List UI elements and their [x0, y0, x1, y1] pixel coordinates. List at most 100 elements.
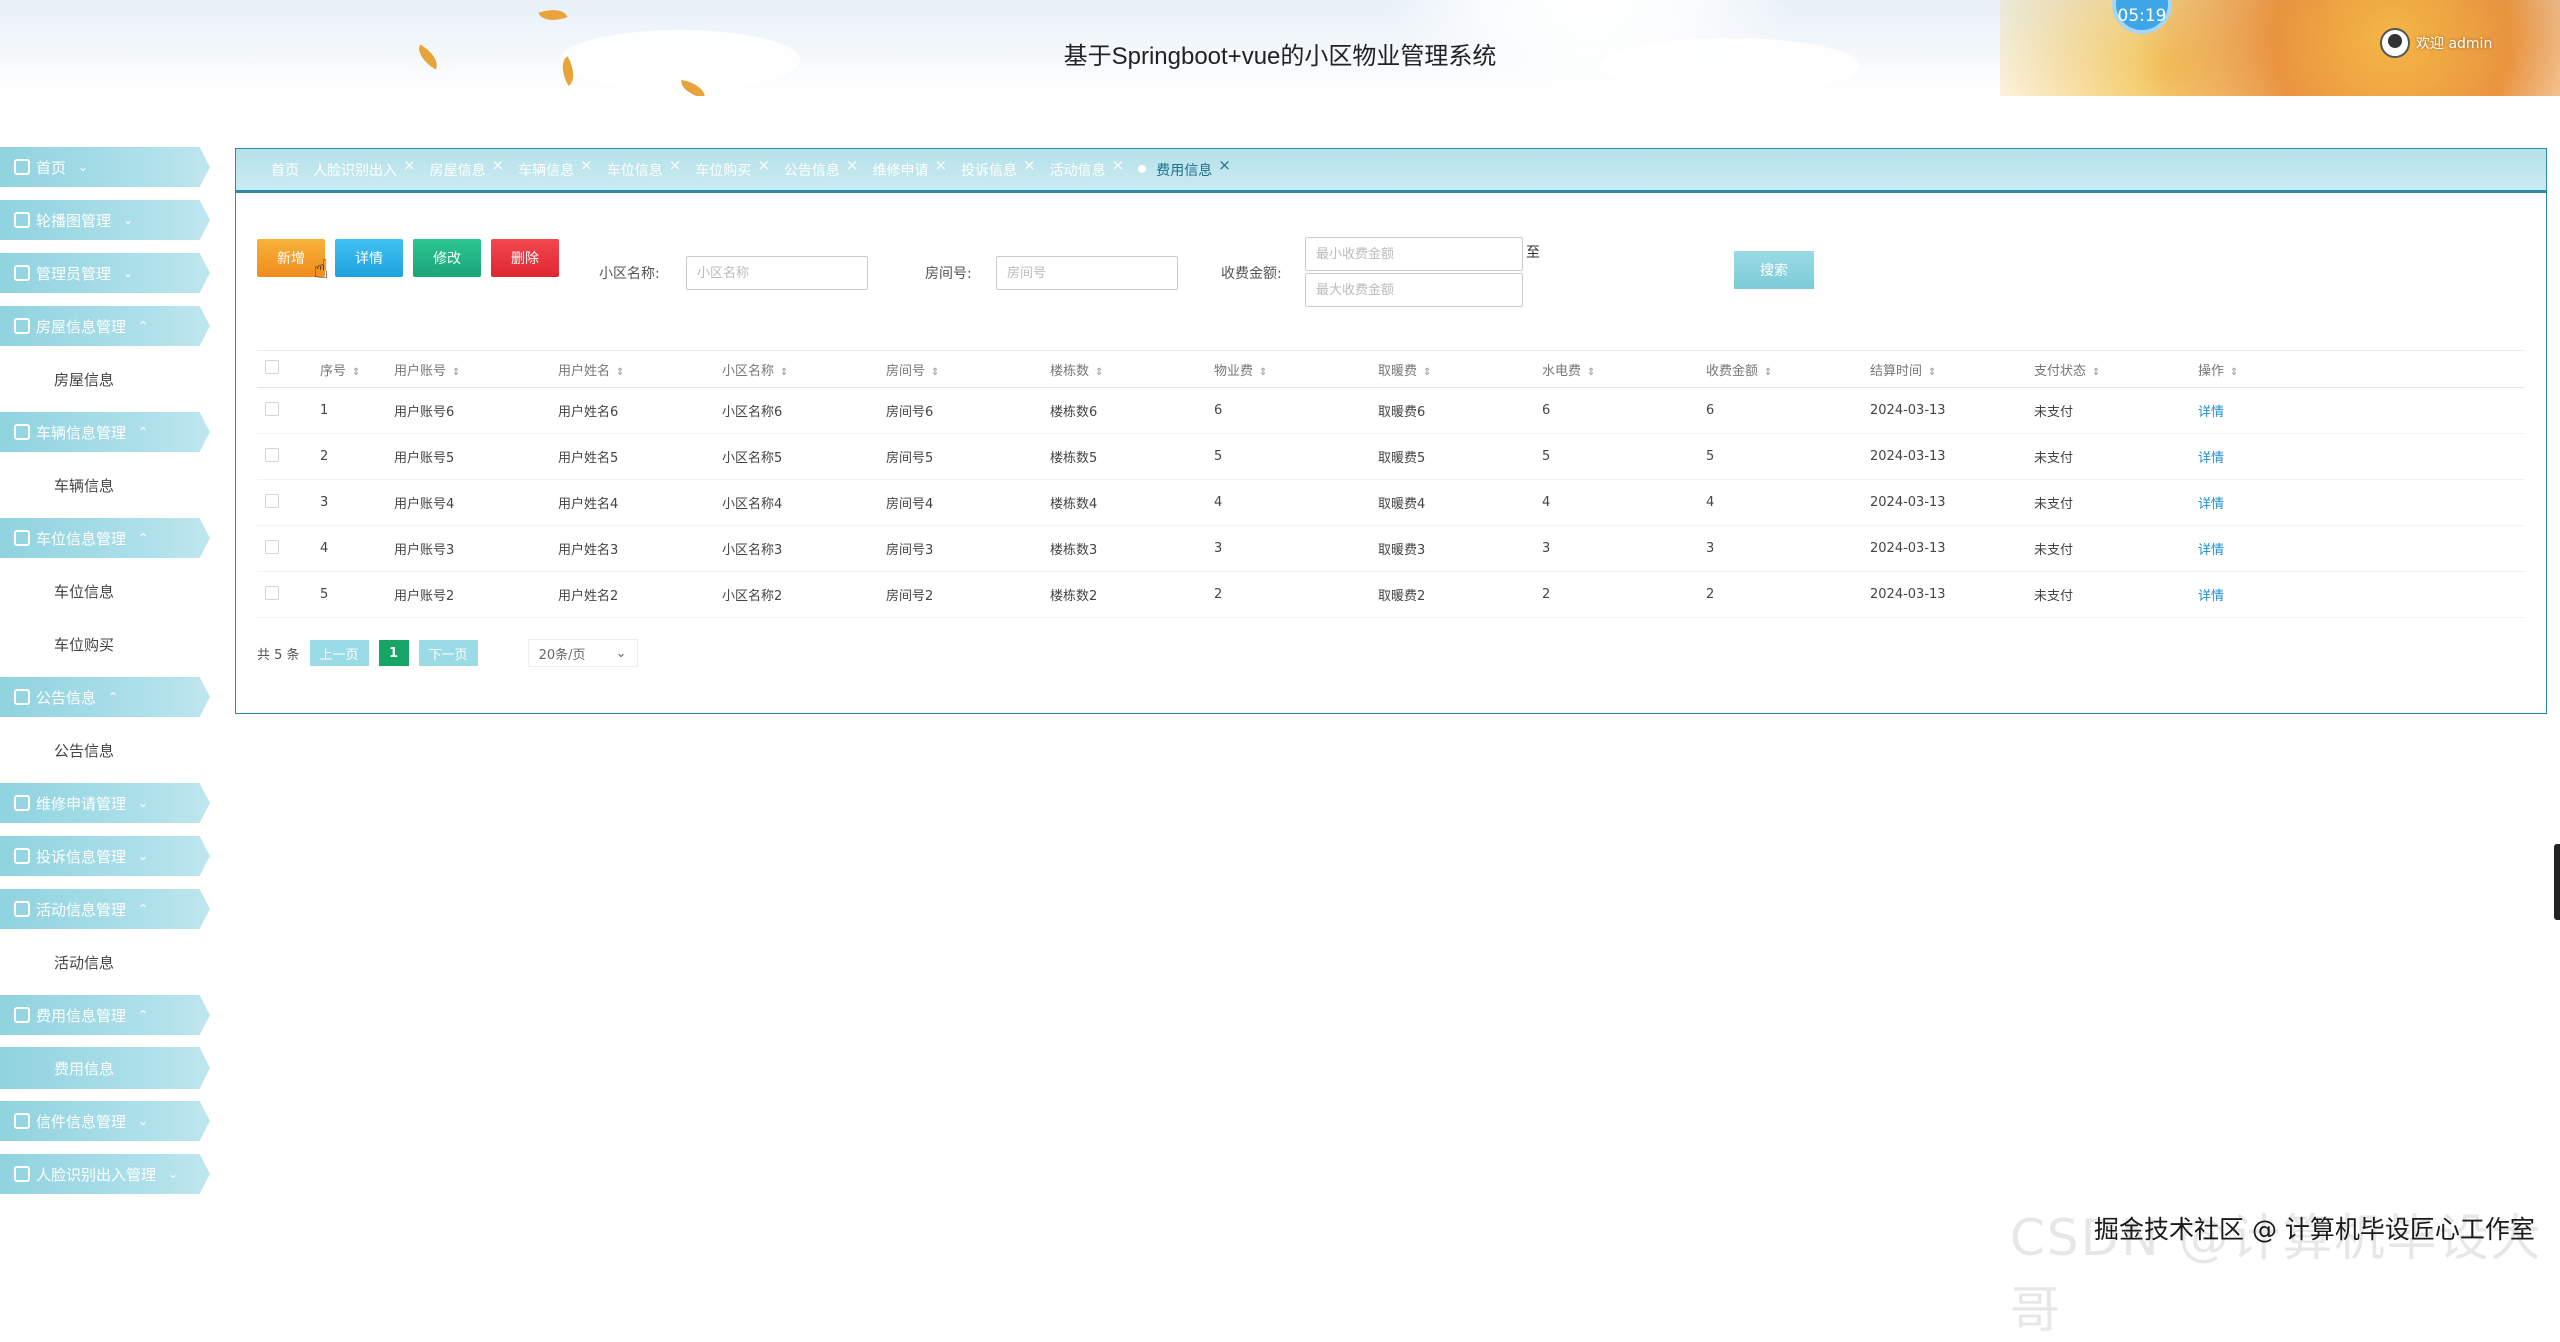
- row-detail-link[interactable]: 详情: [2198, 493, 2348, 512]
- amount-min-input[interactable]: [1305, 237, 1523, 271]
- sidebar-item[interactable]: 车辆信息: [0, 464, 220, 506]
- select-all-checkbox[interactable]: [257, 360, 320, 378]
- sidebar-group-header[interactable]: 活动信息管理 ⌃: [0, 889, 210, 929]
- tab[interactable]: 车位购买 ×: [695, 157, 770, 180]
- sidebar-group-header[interactable]: 房屋信息管理 ⌃: [0, 306, 210, 346]
- column-header[interactable]: 用户账号 ⇕: [394, 360, 558, 379]
- row-checkbox[interactable]: [257, 493, 320, 512]
- column-header[interactable]: 水电费 ⇕: [1542, 360, 1706, 379]
- column-header[interactable]: 序号 ⇕: [320, 360, 394, 379]
- table-row[interactable]: 2 用户账号5 用户姓名5 小区名称5 房间号5 楼栋数5 5 取暖费5 5 5 2024-03-1…: [257, 434, 2525, 480]
- page-size-select[interactable]: 20条/页 ⌄: [527, 639, 638, 667]
- sort-icon[interactable]: ⇕: [1587, 367, 1595, 378]
- sort-icon[interactable]: ⇕: [931, 367, 939, 378]
- community-input[interactable]: [686, 256, 868, 290]
- sort-icon[interactable]: ⇕: [1928, 367, 1936, 378]
- sidebar-group-header[interactable]: 公告信息 ⌃: [0, 677, 210, 717]
- sort-icon[interactable]: ⇕: [452, 367, 460, 378]
- tab[interactable]: 人脸识别出入 ×: [313, 157, 416, 180]
- sort-icon[interactable]: ⇕: [2092, 367, 2100, 378]
- sort-icon[interactable]: ⇕: [1259, 367, 1267, 378]
- sidebar-group-header[interactable]: 车位信息管理 ⌃: [0, 518, 210, 558]
- table-row[interactable]: 5 用户账号2 用户姓名2 小区名称2 房间号2 楼栋数2 2 取暖费2 2 2 2024-03-1…: [257, 572, 2525, 618]
- close-icon[interactable]: ×: [1023, 157, 1036, 172]
- sidebar-item[interactable]: 房屋信息: [0, 358, 220, 400]
- sidebar-item[interactable]: 公告信息: [0, 729, 220, 771]
- sidebar-group-header[interactable]: 车辆信息管理 ⌃: [0, 412, 210, 452]
- close-icon[interactable]: ×: [757, 157, 770, 172]
- delete-button[interactable]: 删除: [491, 239, 559, 277]
- amount-max-input[interactable]: [1305, 273, 1523, 307]
- tab[interactable]: 房屋信息 ×: [430, 157, 505, 180]
- user-area[interactable]: 欢迎 admin: [2380, 28, 2492, 58]
- row-detail-link[interactable]: 详情: [2198, 585, 2348, 604]
- row-detail-link[interactable]: 详情: [2198, 401, 2348, 420]
- close-icon[interactable]: ×: [403, 157, 416, 172]
- close-icon[interactable]: ×: [492, 157, 505, 172]
- sidebar-group-header[interactable]: 费用信息管理 ⌃: [0, 995, 210, 1035]
- detail-button[interactable]: 详情: [335, 239, 403, 277]
- close-icon[interactable]: ×: [934, 157, 947, 172]
- add-button[interactable]: 新增: [257, 239, 325, 277]
- table-cell: 2024-03-13: [1870, 587, 1946, 602]
- column-header[interactable]: 物业费 ⇕: [1214, 360, 1378, 379]
- row-checkbox[interactable]: [257, 585, 320, 604]
- tab[interactable]: 费用信息 ×: [1138, 157, 1231, 180]
- column-header[interactable]: 小区名称 ⇕: [722, 360, 886, 379]
- next-page-button[interactable]: 下一页: [418, 640, 478, 666]
- tab[interactable]: 车辆信息 ×: [518, 157, 593, 180]
- row-checkbox[interactable]: [257, 447, 320, 466]
- tab[interactable]: 活动信息 ×: [1050, 157, 1125, 180]
- row-detail-link[interactable]: 详情: [2198, 539, 2348, 558]
- sidebar-group-header[interactable]: 首页 ⌄: [0, 147, 210, 187]
- sort-icon[interactable]: ⇕: [616, 367, 624, 378]
- sidebar-item[interactable]: 费用信息: [0, 1047, 210, 1089]
- avatar-icon[interactable]: [2380, 28, 2410, 58]
- sidebar-group-header[interactable]: 管理员管理 ⌄: [0, 253, 210, 293]
- sidebar-item[interactable]: 车位信息: [0, 570, 220, 612]
- sidebar-group-header[interactable]: 人脸识别出入管理 ⌄: [0, 1154, 210, 1194]
- tab[interactable]: 投诉信息 ×: [961, 157, 1036, 180]
- column-header[interactable]: 支付状态 ⇕: [2034, 360, 2198, 379]
- edit-button[interactable]: 修改: [413, 239, 481, 277]
- row-checkbox[interactable]: [257, 539, 320, 558]
- column-header[interactable]: 房间号 ⇕: [886, 360, 1050, 379]
- room-input[interactable]: [996, 256, 1178, 290]
- table-row[interactable]: 4 用户账号3 用户姓名3 小区名称3 房间号3 楼栋数3 3 取暖费3 3 3 2024-03-1…: [257, 526, 2525, 572]
- column-header[interactable]: 结算时间 ⇕: [1870, 360, 2034, 379]
- tab[interactable]: 车位信息 ×: [607, 157, 682, 180]
- column-header[interactable]: 收费金额 ⇕: [1706, 360, 1870, 379]
- sidebar-group-header[interactable]: 投诉信息管理 ⌄: [0, 836, 210, 876]
- column-header[interactable]: 楼栋数 ⇕: [1050, 360, 1214, 379]
- sort-icon[interactable]: ⇕: [1423, 367, 1431, 378]
- prev-page-button[interactable]: 上一页: [309, 640, 369, 666]
- sort-icon[interactable]: ⇕: [780, 367, 788, 378]
- row-checkbox[interactable]: [257, 401, 320, 420]
- table-row[interactable]: 3 用户账号4 用户姓名4 小区名称4 房间号4 楼栋数4 4 取暖费4 4 4 2024-03-1…: [257, 480, 2525, 526]
- sidebar-group-header[interactable]: 轮播图管理 ⌄: [0, 200, 210, 240]
- search-button[interactable]: 搜索: [1734, 251, 1814, 289]
- tab[interactable]: 维修申请 ×: [872, 157, 947, 180]
- scroll-edge-handle[interactable]: [2554, 844, 2560, 920]
- sort-icon[interactable]: ⇕: [1764, 367, 1772, 378]
- column-header[interactable]: 取暖费 ⇕: [1378, 360, 1542, 379]
- sidebar-item[interactable]: 活动信息: [0, 941, 220, 983]
- row-detail-link[interactable]: 详情: [2198, 447, 2348, 466]
- sort-icon[interactable]: ⇕: [2230, 367, 2238, 378]
- sort-icon[interactable]: ⇕: [352, 367, 360, 378]
- close-icon[interactable]: ×: [1112, 157, 1125, 172]
- close-icon[interactable]: ×: [846, 157, 859, 172]
- tab[interactable]: 首页: [271, 160, 299, 180]
- sidebar-group-header[interactable]: 信件信息管理 ⌄: [0, 1101, 210, 1141]
- sidebar-group-header[interactable]: 维修申请管理 ⌄: [0, 783, 210, 823]
- sort-icon[interactable]: ⇕: [1095, 367, 1103, 378]
- page-number-button[interactable]: 1: [378, 640, 409, 666]
- close-icon[interactable]: ×: [669, 157, 682, 172]
- table-row[interactable]: 1 用户账号6 用户姓名6 小区名称6 房间号6 楼栋数6 6 取暖费6 6 6 2024-03-1…: [257, 388, 2525, 434]
- sidebar-item[interactable]: 车位购买: [0, 623, 220, 665]
- column-header[interactable]: 操作 ⇕: [2198, 360, 2348, 379]
- close-icon[interactable]: ×: [1218, 157, 1231, 172]
- tab[interactable]: 公告信息 ×: [784, 157, 859, 180]
- column-header[interactable]: 用户姓名 ⇕: [558, 360, 722, 379]
- close-icon[interactable]: ×: [580, 157, 593, 172]
